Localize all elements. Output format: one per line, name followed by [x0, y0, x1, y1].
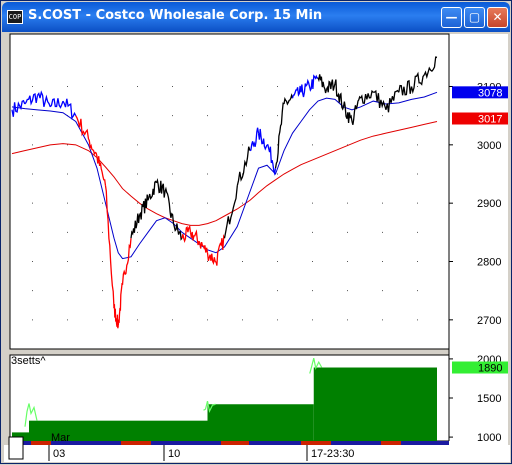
- session-strip-segment: [121, 441, 151, 445]
- x-axis-tick-label: 17-23:30: [311, 448, 354, 460]
- indicator-step-bar: [207, 404, 314, 441]
- y-axis-tick-label: 2700: [477, 315, 501, 327]
- y-axis-tick-label: 2900: [477, 198, 501, 210]
- indicator-step-bar: [313, 367, 437, 441]
- value-badge-label: 3017: [478, 114, 502, 126]
- x-axis-tick-label: 10: [168, 448, 180, 460]
- time-axis-area: [4, 445, 510, 462]
- session-strip-segment: [301, 441, 331, 445]
- x-axis-month-label: Mar: [51, 432, 70, 444]
- indicator-value-badge-label: 1890: [478, 363, 502, 375]
- chart-window: COP S.COST - Costco Wholesale Corp. 15 M…: [0, 0, 512, 464]
- y-axis-tick-label: 3000: [477, 140, 501, 152]
- indicator-title: 3setts^: [11, 355, 46, 367]
- y-axis-tick-label: 2800: [477, 257, 501, 269]
- price-panel: [9, 33, 450, 350]
- indicator-y-tick-label: 1500: [477, 393, 501, 405]
- session-strip-segment: [381, 441, 401, 445]
- indicator-y-tick-label: 1000: [477, 432, 501, 444]
- scroll-box: [8, 436, 24, 460]
- chart-canvas: 31003000290028002700307830173setts^20001…: [4, 32, 510, 462]
- x-axis-tick-label: 03: [53, 448, 65, 460]
- session-strip-segment: [31, 441, 51, 445]
- value-badge-label: 3078: [478, 87, 502, 99]
- session-strip-segment: [221, 441, 249, 445]
